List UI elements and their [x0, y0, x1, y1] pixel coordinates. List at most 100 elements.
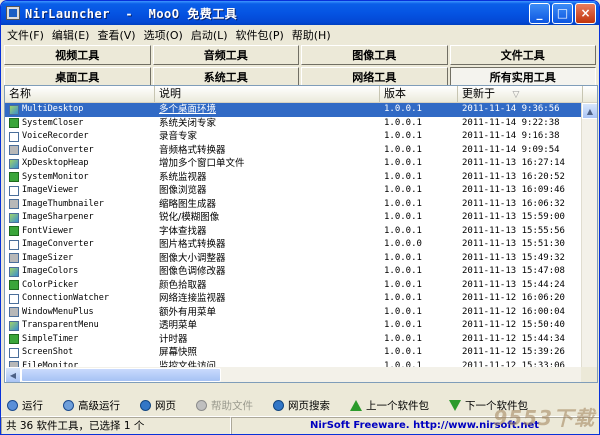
app-icon	[9, 199, 19, 210]
run-button[interactable]: 运行	[7, 398, 43, 413]
item-name-cell: ImageSizer	[5, 252, 155, 265]
tab-system-tools[interactable]: 系统工具	[152, 67, 299, 87]
item-updated: 2011-11-13 16:20:52	[462, 171, 565, 182]
menu-file[interactable]: 文件(F)	[3, 27, 48, 43]
help-file-button[interactable]: 帮助文件	[196, 398, 253, 413]
item-version: 1.0.0.1	[384, 306, 422, 317]
list-item[interactable]: AudioConverter 音频格式转换器 1.0.0.1 2011-11-14 9…	[5, 144, 597, 158]
item-version: 1.0.0.1	[384, 131, 422, 142]
column-header-description[interactable]: 说明	[155, 86, 380, 102]
item-description-cell: 系统关闭专家	[155, 117, 380, 130]
close-button[interactable]: ×	[575, 2, 596, 24]
item-description-cell: 缩略图生成器	[155, 198, 380, 211]
list-item[interactable]: ImageColors 图像色调修改器 1.0.0.1 2011-11-13 15:4…	[5, 265, 597, 279]
list-item[interactable]: ImageSharpener 锐化/模糊图像 1.0.0.1 2011-11-13 1…	[5, 211, 597, 225]
list-item[interactable]: WindowMenuPlus 额外有用菜单 1.0.0.1 2011-11-12 16…	[5, 306, 597, 320]
up-arrow-icon	[350, 399, 362, 411]
scroll-up-arrow-icon[interactable]: ▲	[582, 103, 597, 119]
item-name-cell: ImageConverter	[5, 238, 155, 251]
list-item[interactable]: VoiceRecorder 录音专家 1.0.0.1 2011-11-14 9:16:…	[5, 130, 597, 144]
item-name-cell: TransparentMenu	[5, 319, 155, 332]
list-item[interactable]: SystemMonitor 系统监视器 1.0.0.1 2011-11-13 16:2…	[5, 171, 597, 185]
menu-packages[interactable]: 软件包(P)	[232, 27, 288, 43]
item-name-cell: FontViewer	[5, 225, 155, 238]
item-description-cell: 网络连接监视器	[155, 292, 380, 305]
menu-edit[interactable]: 编辑(E)	[48, 27, 94, 43]
list-item[interactable]: ScreenShot 屏幕快照 1.0.0.1 2011-11-12 15:39:26	[5, 346, 597, 360]
tab-network-tools[interactable]: 网络工具	[301, 67, 448, 87]
menu-view[interactable]: 查看(V)	[93, 27, 139, 43]
item-name: ImageThumbnailer	[22, 198, 104, 209]
tab-video-tools[interactable]: 视频工具	[4, 45, 151, 65]
tab-audio-tools[interactable]: 音频工具	[152, 45, 299, 65]
list-item[interactable]: ImageViewer 图像浏览器 1.0.0.1 2011-11-13 16:09:…	[5, 184, 597, 198]
item-description: 系统关闭专家	[159, 117, 217, 129]
tab-all-utilities[interactable]: 所有实用工具	[449, 67, 596, 87]
item-name: ConnectionWatcher	[22, 293, 109, 304]
title-bar[interactable]: NirLauncher - MooO 免费工具 _ □ ×	[1, 1, 599, 25]
item-name: XpDesktopHeap	[22, 158, 89, 169]
tab-row-1: 视频工具 音频工具 图像工具 文件工具	[4, 45, 596, 65]
list-item[interactable]: ImageConverter 图片格式转换器 1.0.0.0 2011-11-13 1…	[5, 238, 597, 252]
column-header-updated[interactable]: 更新于 ▽	[458, 86, 583, 102]
tab-desktop-tools[interactable]: 桌面工具	[4, 67, 151, 87]
column-header-version[interactable]: 版本	[380, 86, 458, 102]
item-updated: 2011-11-13 15:51:30	[462, 239, 565, 250]
vertical-scrollbar[interactable]: ▲	[581, 103, 597, 382]
item-name: TransparentMenu	[22, 320, 99, 331]
list-item[interactable]: MultiDesktop 多个桌面环境 1.0.0.1 2011-11-14 9:36…	[5, 103, 597, 117]
item-version: 1.0.0.1	[384, 252, 422, 263]
app-icon	[9, 307, 19, 318]
item-version: 1.0.0.1	[384, 333, 422, 344]
list-item[interactable]: XpDesktopHeap 增加多个窗口单文件 1.0.0.1 2011-11-13 …	[5, 157, 597, 171]
list-item[interactable]: ColorPicker 颜色拾取器 1.0.0.1 2011-11-13 15:44:…	[5, 279, 597, 293]
list-item[interactable]: ImageSizer 图像大小调整器 1.0.0.1 2011-11-13 15:49…	[5, 252, 597, 266]
item-version: 1.0.0.1	[384, 266, 422, 277]
item-version: 1.0.0.1	[384, 185, 422, 196]
horizontal-scroll-thumb[interactable]	[21, 368, 221, 382]
app-icon	[9, 145, 19, 156]
app-icon	[9, 158, 19, 169]
item-description: 锐化/模糊图像	[159, 212, 220, 224]
list-item[interactable]: FontViewer 字体查找器 1.0.0.1 2011-11-13 15:55:5…	[5, 225, 597, 239]
horizontal-scrollbar[interactable]: ◀	[5, 367, 583, 382]
advanced-run-button[interactable]: 高级运行	[63, 398, 120, 413]
app-icon	[9, 226, 19, 237]
web-page-button[interactable]: 网页	[140, 398, 176, 413]
item-updated: 2011-11-12 16:06:20	[462, 293, 565, 304]
maximize-button[interactable]: □	[552, 2, 573, 24]
list-item[interactable]: TransparentMenu 透明菜单 1.0.0.1 2011-11-12 15:…	[5, 319, 597, 333]
app-icon	[9, 239, 19, 250]
tab-file-tools[interactable]: 文件工具	[449, 45, 596, 65]
item-name-cell: WindowMenuPlus	[5, 306, 155, 319]
item-description-cell: 音频格式转换器	[155, 144, 380, 157]
scroll-left-arrow-icon[interactable]: ◀	[5, 367, 21, 382]
item-description-cell: 透明菜单	[155, 319, 380, 332]
tab-image-tools[interactable]: 图像工具	[301, 45, 448, 65]
item-version: 1.0.0.1	[384, 347, 422, 358]
menu-options[interactable]: 选项(O)	[140, 27, 187, 43]
item-updated: 2011-11-13 16:09:46	[462, 185, 565, 196]
list-item[interactable]: SimpleTimer 计时器 1.0.0.1 2011-11-12 15:44:34	[5, 333, 597, 347]
column-header-name[interactable]: 名称	[5, 86, 155, 102]
item-description: 多个桌面环境	[159, 104, 217, 116]
item-description: 透明菜单	[159, 320, 198, 332]
web-search-button[interactable]: 网页搜索	[273, 398, 330, 413]
item-description-cell: 多个桌面环境	[155, 103, 380, 116]
item-name: VoiceRecorder	[22, 131, 89, 142]
menu-launch[interactable]: 启动(L)	[187, 27, 232, 43]
list-item[interactable]: SystemCloser 系统关闭专家 1.0.0.1 2011-11-14 9:22…	[5, 117, 597, 131]
previous-package-button[interactable]: 上一个软件包	[350, 398, 429, 413]
item-description-cell: 图像浏览器	[155, 184, 380, 197]
item-description: 图像大小调整器	[159, 252, 226, 264]
item-version: 1.0.0.1	[384, 212, 422, 223]
previous-package-label: 上一个软件包	[366, 399, 429, 412]
list-item[interactable]: ImageThumbnailer 缩略图生成器 1.0.0.1 2011-11-13 …	[5, 198, 597, 212]
list-item[interactable]: ConnectionWatcher 网络连接监视器 1.0.0.1 2011-11-1…	[5, 292, 597, 306]
item-name-cell: ScreenShot	[5, 346, 155, 359]
minimize-button[interactable]: _	[529, 2, 550, 24]
app-icon	[9, 347, 19, 358]
item-description: 录音专家	[159, 131, 198, 143]
item-name: WindowMenuPlus	[22, 306, 94, 317]
menu-help[interactable]: 帮助(H)	[288, 27, 335, 43]
